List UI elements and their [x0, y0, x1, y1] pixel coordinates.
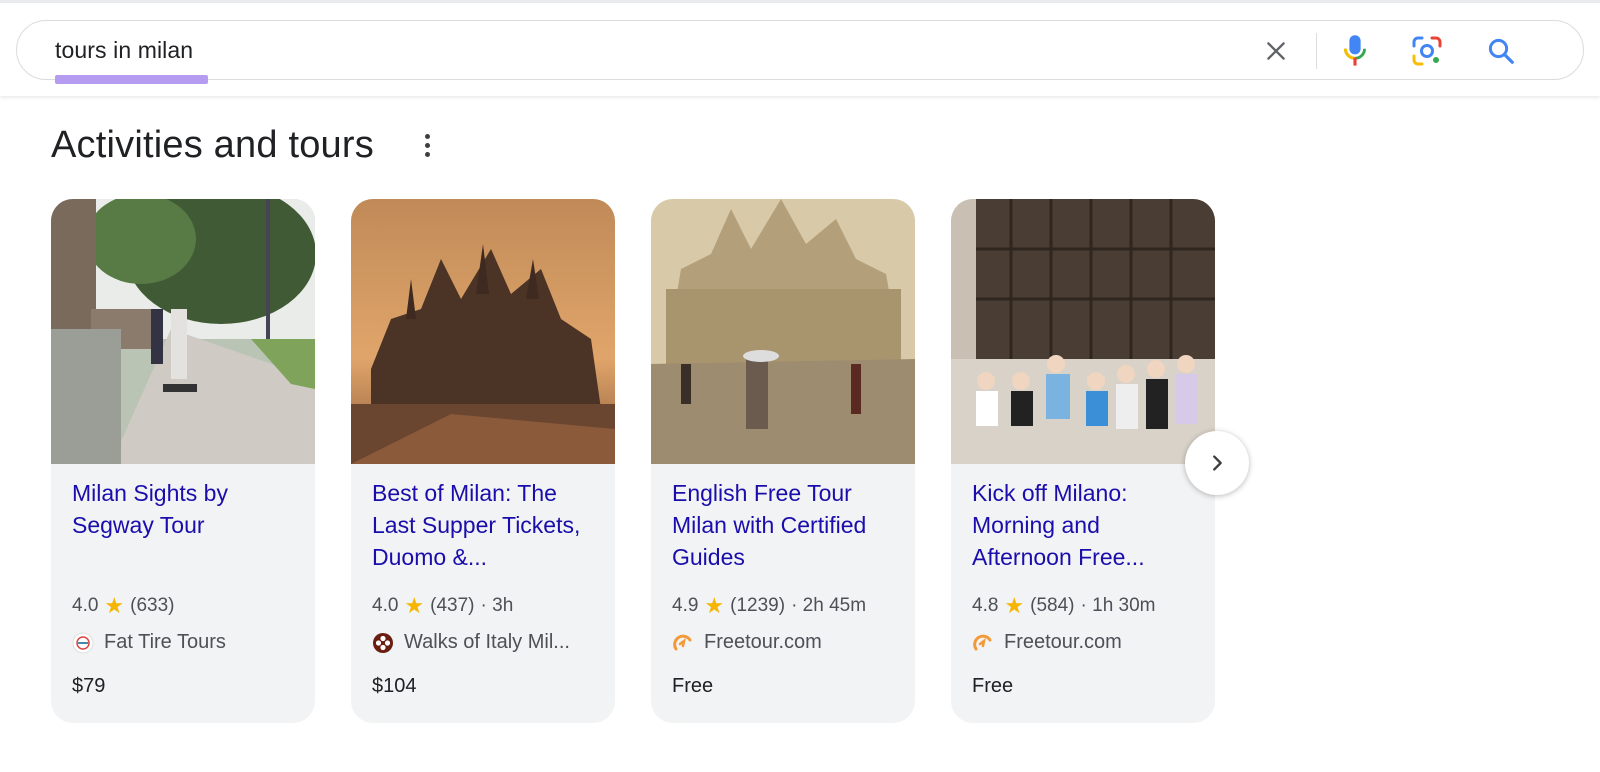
query-highlight	[55, 75, 208, 84]
provider-name: Walks of Italy Mil...	[404, 631, 570, 653]
rating-row: 4.0 ★ (633)	[72, 595, 175, 617]
section-title: Activities and tours	[51, 124, 374, 166]
fat-tire-tours-logo	[72, 632, 94, 653]
tour-card[interactable]: Milan Sights by Segway Tour 4.0 ★ (633) …	[51, 199, 315, 723]
carousel-next-button[interactable]	[1185, 431, 1249, 495]
duomo-sunset-photo	[351, 199, 615, 464]
duration: · 2h 45m	[791, 595, 867, 616]
rating-row: 4.8 ★ (584) · 1h 30m	[972, 595, 1156, 617]
tour-card[interactable]: Best of Milan: The Last Supper Tickets, …	[351, 199, 615, 723]
provider-name: Freetour.com	[1004, 631, 1122, 653]
provider-name: Fat Tire Tours	[104, 631, 226, 653]
provider-row: Freetour.com	[972, 631, 1122, 654]
rating-value: 4.0	[372, 595, 399, 616]
segway-tour-photo	[51, 199, 315, 464]
search-header: tours in milan	[0, 0, 1600, 96]
freetour-logo	[973, 634, 992, 650]
rating-row: 4.9 ★ (1239) · 2h 45m	[672, 595, 866, 617]
provider-name: Freetour.com	[704, 631, 822, 653]
search-box[interactable]: tours in milan	[16, 20, 1584, 84]
tour-title[interactable]: English Free Tour Milan with Certified G…	[672, 477, 898, 573]
microphone-icon	[1343, 35, 1367, 66]
provider-row: Fat Tire Tours	[72, 631, 226, 654]
tour-carousel: Milan Sights by Segway Tour 4.0 ★ (633) …	[51, 199, 1251, 723]
camera-lens-icon	[1412, 36, 1442, 66]
duomo-square-photo	[651, 199, 915, 464]
review-count: (1239)	[730, 595, 786, 616]
top-divider	[0, 0, 1600, 3]
review-count: (437)	[430, 595, 475, 616]
star-icon: ★	[404, 593, 425, 618]
chevron-right-icon	[1213, 455, 1222, 471]
search-divider	[1316, 33, 1317, 69]
star-icon: ★	[704, 593, 725, 618]
group-photo	[951, 199, 1215, 464]
rating-value: 4.0	[72, 595, 99, 616]
search-input[interactable]: tours in milan	[55, 37, 193, 64]
walks-of-italy-logo	[373, 632, 393, 653]
star-icon: ★	[104, 593, 125, 618]
provider-row: Freetour.com	[672, 631, 822, 654]
search-icon	[1488, 38, 1514, 64]
freetour-logo	[673, 634, 692, 650]
price: Free	[972, 675, 1014, 697]
price: Free	[672, 675, 714, 697]
price: $79	[72, 675, 106, 697]
voice-search-button[interactable]	[1335, 31, 1375, 71]
tour-title[interactable]: Best of Milan: The Last Supper Tickets, …	[372, 477, 598, 573]
rating-value: 4.9	[672, 595, 699, 616]
duration: · 1h 30m	[1080, 595, 1156, 616]
lens-search-button[interactable]	[1407, 31, 1447, 71]
search-button[interactable]	[1481, 31, 1521, 71]
tour-card[interactable]: Kick off Milano: Morning and Afternoon F…	[951, 199, 1215, 723]
review-count: (633)	[130, 595, 175, 616]
tour-card[interactable]: English Free Tour Milan with Certified G…	[651, 199, 915, 723]
more-vert-icon	[424, 133, 430, 139]
review-count: (584)	[1030, 595, 1075, 616]
star-icon: ★	[1004, 593, 1025, 618]
tour-title[interactable]: Milan Sights by Segway Tour	[72, 477, 298, 541]
more-options-button[interactable]	[416, 128, 438, 162]
duration: · 3h	[480, 595, 514, 616]
provider-row: Walks of Italy Mil...	[372, 631, 570, 654]
rating-value: 4.8	[972, 595, 999, 616]
close-icon	[1267, 42, 1285, 60]
rating-row: 4.0 ★ (437) · 3h	[372, 595, 513, 617]
tour-title[interactable]: Kick off Milano: Morning and Afternoon F…	[972, 477, 1198, 573]
price: $104	[372, 675, 417, 697]
clear-button[interactable]	[1256, 31, 1296, 71]
